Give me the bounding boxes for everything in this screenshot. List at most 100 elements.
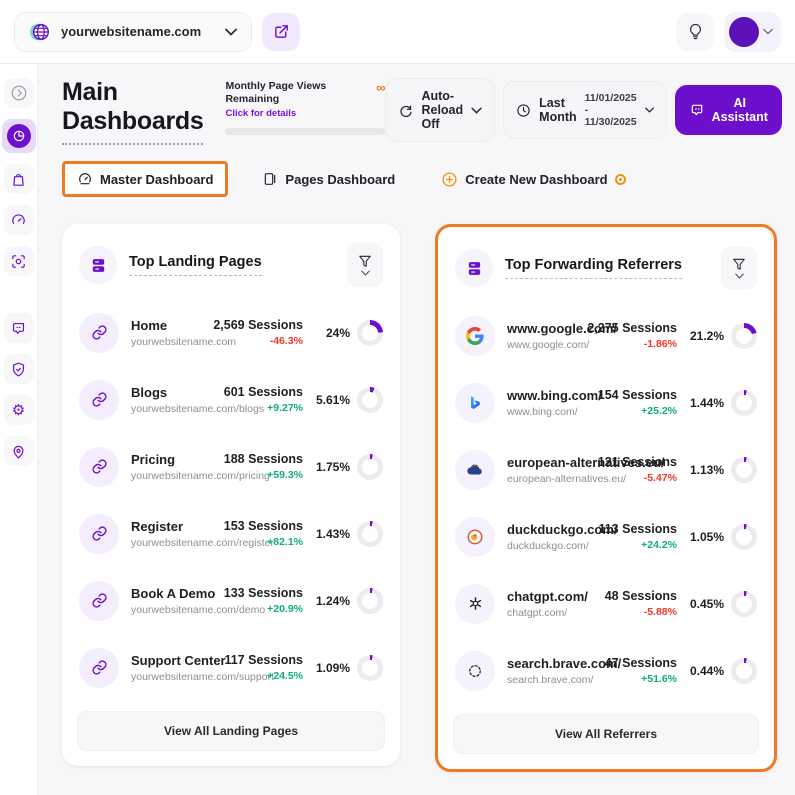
sessions-value: 133 Sessions	[207, 586, 303, 600]
referrer-name: duckduckgo.com/	[507, 522, 581, 537]
site-favicon-globe-icon	[29, 21, 51, 43]
quota-details-link[interactable]: Click for details	[225, 108, 385, 119]
landing-row-home[interactable]: Home yourwebsitename.com 2,569 Sessions …	[77, 299, 385, 366]
view-all-landing-pages-button[interactable]: View All Landing Pages	[77, 711, 385, 751]
gauge-icon	[10, 212, 27, 229]
delta-value: +24.2%	[581, 539, 677, 551]
ai-assistant-label: AI Assistant	[712, 96, 768, 124]
sidebar-item-messages[interactable]	[4, 313, 34, 343]
dashboard-tabs: Master Dashboard Pages Dashboard	[62, 161, 775, 197]
funnel-icon	[358, 254, 372, 268]
landing-row-support-center[interactable]: Support Center yourwebsitename.com/suppo…	[77, 634, 385, 701]
view-all-referrers-button[interactable]: View All Referrers	[453, 714, 759, 754]
landing-row-book-a-demo[interactable]: Book A Demo yourwebsitename.com/demo 133…	[77, 567, 385, 634]
share-percent: 0.44%	[690, 664, 724, 678]
pages-icon	[262, 171, 278, 187]
eu-cloud-icon	[455, 450, 495, 490]
referrer-row-chatgpt[interactable]: chatgpt.com/ chatgpt.com/ 48 Sessions -5…	[453, 570, 759, 637]
ideas-button[interactable]	[676, 13, 714, 51]
delta-value: +59.3%	[207, 469, 303, 481]
referrer-row-bing[interactable]: www.bing.com/ www.bing.com/ 154 Sessions…	[453, 369, 759, 436]
delta-value: -46.3%	[207, 335, 303, 347]
share-percent: 5.61%	[316, 393, 350, 407]
sidebar-item-dashboards[interactable]	[2, 119, 36, 153]
referrer-row-google[interactable]: www.google.com/ www.google.com/ 2,275 Se…	[453, 302, 759, 369]
referrer-row-duckduckgo[interactable]: duckduckgo.com/ duckduckgo.com/ 113 Sess…	[453, 503, 759, 570]
sessions-value: 47 Sessions	[581, 656, 677, 670]
referrer-url: chatgpt.com/	[507, 607, 581, 619]
page-url: yourwebsitename.com/blogs	[131, 403, 207, 415]
share-donut	[357, 521, 383, 547]
landing-row-register[interactable]: Register yourwebsitename.com/register 15…	[77, 500, 385, 567]
site-selector[interactable]: yourwebsitename.com	[14, 12, 252, 52]
date-range-value: 11/01/2025 - 11/30/2025	[585, 92, 637, 128]
referrer-url: www.bing.com/	[507, 406, 581, 418]
arrow-circle-icon	[10, 84, 28, 102]
hint-badge	[615, 174, 626, 185]
referrer-row-brave-search[interactable]: search.brave.com/ search.brave.com/ 47 S…	[453, 637, 759, 704]
pageviews-quota: Monthly Page Views Remaining ∞ Click for…	[225, 78, 385, 135]
brave-search-icon	[455, 651, 495, 691]
share-donut	[357, 387, 383, 413]
page-url: yourwebsitename.com/pricing	[131, 470, 207, 482]
auto-reload-dropdown[interactable]: Auto-Reload Off	[385, 78, 495, 142]
quota-label: Monthly Page Views Remaining	[225, 80, 343, 106]
page-header: Main Dashboards Monthly Page Views Remai…	[62, 78, 775, 145]
date-range-picker[interactable]: Last Month 11/01/2025 - 11/30/2025	[503, 81, 666, 139]
ai-assistant-button[interactable]: AI Assistant	[675, 85, 782, 135]
account-menu[interactable]	[724, 12, 781, 52]
sidebar-item-locations[interactable]	[4, 436, 34, 466]
funnel-icon	[732, 257, 746, 271]
share-percent: 1.05%	[690, 530, 724, 544]
chatgpt-icon	[455, 584, 495, 624]
sidebar-item-speed[interactable]	[4, 205, 34, 235]
referrer-name: chatgpt.com/	[507, 589, 581, 604]
chevron-down-icon	[225, 28, 237, 36]
top-forwarding-referrers-card: Top Forwarding Referrers	[435, 224, 777, 772]
referrer-row-european-alternatives[interactable]: european-alternatives.eu/ european-alter…	[453, 436, 759, 503]
share-donut	[357, 454, 383, 480]
auto-reload-label: Auto-Reload Off	[421, 89, 463, 131]
chat-assistant-icon	[689, 102, 705, 118]
lightbulb-icon	[687, 23, 704, 40]
tab-pages-dashboard[interactable]: Pages Dashboard	[250, 162, 407, 196]
delta-value: -5.47%	[581, 472, 677, 484]
share-percent: 1.44%	[690, 396, 724, 410]
delta-value: -5.88%	[581, 606, 677, 618]
sidebar-item-commerce[interactable]	[4, 164, 34, 194]
sidebar-item-goals[interactable]	[4, 246, 34, 276]
sidebar-item-security[interactable]	[4, 354, 34, 384]
sidebar-item-settings[interactable]: ⚙	[4, 395, 34, 425]
page-name: Blogs	[131, 385, 207, 400]
open-site-button[interactable]	[262, 13, 300, 51]
avatar	[729, 17, 759, 47]
tab-create-new-dashboard[interactable]: Create New Dashboard	[429, 162, 637, 197]
filter-button[interactable]	[347, 243, 383, 287]
share-percent: 1.75%	[316, 460, 350, 474]
topbar: yourwebsitename.com	[0, 0, 795, 64]
landing-row-pricing[interactable]: Pricing yourwebsitename.com/pricing 188 …	[77, 433, 385, 500]
quota-progress-bar	[225, 128, 385, 135]
quota-value: ∞	[376, 80, 385, 95]
shopping-bag-icon	[10, 171, 27, 188]
share-percent: 1.24%	[316, 594, 350, 608]
filter-button[interactable]	[721, 246, 757, 290]
landing-row-blogs[interactable]: Blogs yourwebsitename.com/blogs 601 Sess…	[77, 366, 385, 433]
sessions-value: 601 Sessions	[207, 385, 303, 399]
main-content: Main Dashboards Monthly Page Views Remai…	[38, 64, 795, 795]
analytics-app: yourwebsitename.com	[0, 0, 795, 795]
pie-chart-icon	[7, 124, 31, 148]
plus-circle-icon	[441, 171, 458, 188]
page-name: Register	[131, 519, 207, 534]
delta-value: +24.5%	[207, 670, 303, 682]
page-name: Support Center	[131, 653, 207, 668]
delta-value: +51.6%	[581, 673, 677, 685]
chevron-down-icon	[361, 270, 370, 276]
sessions-value: 48 Sessions	[581, 589, 677, 603]
sessions-value: 154 Sessions	[581, 388, 677, 402]
sidebar-item-collapse[interactable]	[4, 78, 34, 108]
gear-icon: ⚙	[12, 403, 25, 418]
tab-master-dashboard[interactable]: Master Dashboard	[62, 161, 228, 197]
site-name: yourwebsitename.com	[61, 24, 201, 39]
chevron-down-icon	[645, 107, 654, 113]
